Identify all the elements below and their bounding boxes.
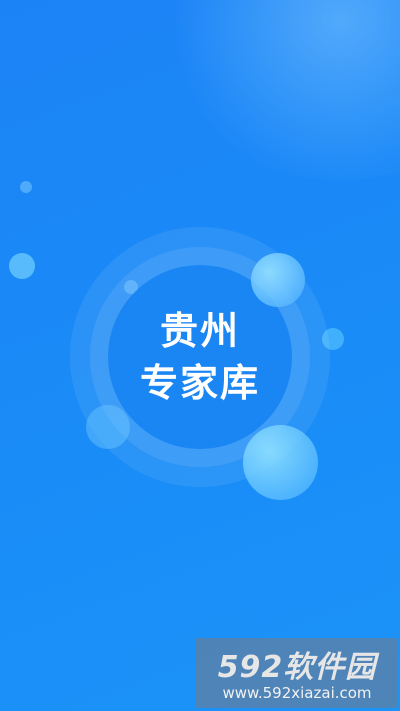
app-title-line-2: 专家库 (139, 361, 260, 405)
watermark-url: www.592xiazai.com (222, 684, 372, 702)
splash-screen: 贵州 专家库 592软件园 www.592xiazai.com (0, 0, 400, 711)
background-glow (160, 0, 400, 180)
watermark: 592软件园 www.592xiazai.com (196, 638, 398, 708)
app-title-line-1: 贵州 (159, 309, 240, 353)
decorative-bubble (20, 181, 32, 193)
watermark-brand: 592软件园 (217, 650, 377, 685)
app-title: 贵州 专家库 (108, 265, 292, 449)
decorative-bubble (9, 253, 35, 279)
